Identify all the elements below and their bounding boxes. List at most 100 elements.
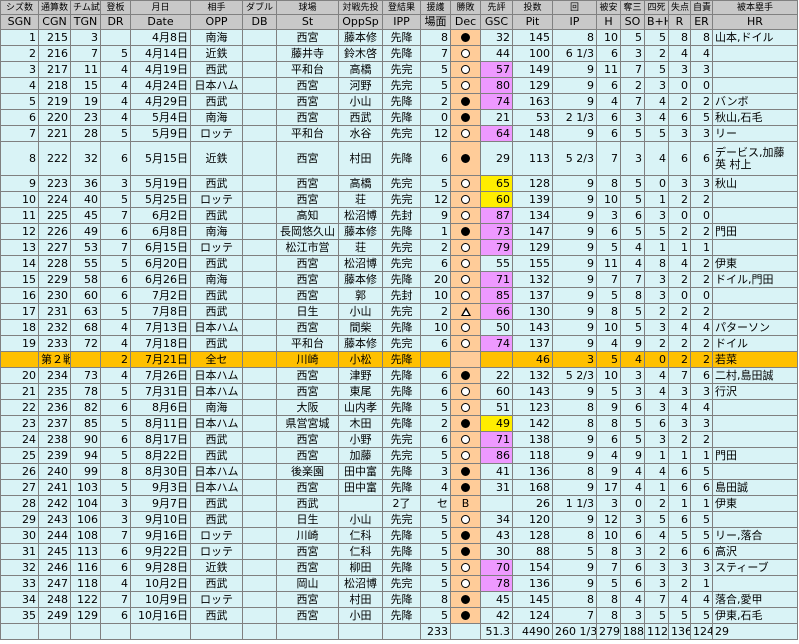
cell-sgn: 30 (0, 527, 39, 544)
open-circle-icon (461, 49, 470, 58)
cell-dec (450, 271, 481, 288)
cell-sc: 5 (420, 559, 451, 576)
cell-ipp: 先降 (382, 45, 421, 62)
cell-tgn: 7 (70, 45, 101, 62)
cell-dec (450, 479, 481, 496)
cell-date: 10月9日 (130, 591, 191, 608)
cell-so: 6 (620, 207, 645, 224)
cell-gsc: 29 (480, 141, 513, 176)
cell-sgn: 24 (0, 431, 39, 448)
cell-sgn: 4 (0, 77, 39, 94)
cell-bh: 3 (644, 77, 669, 94)
cell-er: 2 (690, 255, 713, 272)
cell-so: 4 (620, 591, 645, 608)
cell-r: 3 (668, 175, 691, 192)
cell-pit: 46 (512, 351, 553, 368)
cell-opp: 全セ (190, 351, 243, 368)
cell-r: 5 (668, 607, 691, 624)
cell-date: 8月22日 (130, 447, 191, 464)
cell-so: 3 (620, 607, 645, 624)
cell-h: 8 (596, 543, 621, 560)
cell-dr: 5 (100, 255, 131, 272)
cell-sp: 仁科 (338, 527, 383, 544)
cell-r: 2 (668, 271, 691, 288)
cell-sp (338, 495, 383, 512)
cell-hr: 伊東,石毛 (712, 607, 798, 624)
cell-cgn: 242 (38, 495, 71, 512)
cell-dr: 6 (100, 141, 131, 176)
cell-sc: 5 (420, 527, 451, 544)
header-cell: DR (100, 14, 131, 30)
cell-sgn: 7 (0, 125, 39, 142)
cell-pit: 113 (512, 141, 553, 176)
cell-pit: 100 (512, 45, 553, 62)
cell-sp: 田中富 (338, 463, 383, 480)
cell-cgn: 第２戦 (38, 351, 71, 368)
cell-bh: 4 (644, 463, 669, 480)
cell-r: 2 (668, 335, 691, 352)
cell-ip: 9 (552, 77, 597, 94)
cell-tgn: 32 (70, 141, 101, 176)
cell-pit: 120 (512, 511, 553, 528)
header-cell: B+H (644, 14, 669, 30)
cell-st: 西宮 (276, 141, 339, 176)
cell-dec (450, 319, 481, 336)
cell-bh: 4 (644, 367, 669, 384)
cell-sp: 柳田 (338, 559, 383, 576)
cell-db (242, 607, 277, 624)
cell-tgn: 90 (70, 431, 101, 448)
cell-hr (712, 303, 798, 320)
cell-so: 5 (620, 29, 645, 46)
table-row: 1 215 3 4月8日 南海 西宮 藤本修 先降 8 32 145 8 10 5 5 8 8 山本,ドイル (0, 29, 798, 46)
cell-ipp: 先完 (382, 61, 421, 78)
cell-gsc: 80 (480, 77, 513, 94)
total-pit: 4490 (512, 623, 553, 640)
cell-so: 7 (620, 271, 645, 288)
cell-ip: 8 (552, 399, 597, 416)
cell-dr: 6 (100, 543, 131, 560)
cell-er: 6 (690, 479, 713, 496)
cell-ipp: 先降 (382, 399, 421, 416)
cell-ipp: 先降 (382, 29, 421, 46)
cell-so: 2 (620, 77, 645, 94)
cell-cgn: 226 (38, 223, 71, 240)
cell-date: 8月17日 (130, 431, 191, 448)
cell-tgn: 28 (70, 125, 101, 142)
cell-db (242, 527, 277, 544)
cell-h: 6 (596, 45, 621, 62)
cell-db (242, 431, 277, 448)
header-cell: 勝敗 (450, 0, 481, 15)
table-row: 23 237 85 5 8月11日 日本ハム 県営宮城 木田 先降 2 49 142 8 8 5 6 3 3 (0, 415, 798, 432)
header-cell: 相手 (190, 0, 243, 15)
total-h: 279 (596, 623, 621, 640)
cell-date: 8月6日 (130, 399, 191, 416)
cell-gsc: 55 (480, 255, 513, 272)
header-cell: IP (552, 14, 597, 30)
cell-gsc: 66 (480, 303, 513, 320)
cell-opp: 西武 (190, 575, 243, 592)
cell-r: 4 (668, 399, 691, 416)
game-log-table: シズ数 通算数 チム試 登板 月日 相手 ダブル 球場 対戦先投 登結果 援護 勝敗 先評 投数回被安 奪三… (0, 0, 798, 640)
cell-sp: 松沼博 (338, 255, 383, 272)
cell-bh: 1 (644, 447, 669, 464)
cell-ipp: 先完 (382, 255, 421, 272)
cell-er: 5 (690, 511, 713, 528)
cell-h: 5 (596, 575, 621, 592)
cell-er: 3 (690, 559, 713, 576)
cell-ipp: 先完 (382, 431, 421, 448)
cell-er: 0 (690, 207, 713, 224)
cell-cgn: 223 (38, 175, 71, 192)
cell-pit: 128 (512, 175, 553, 192)
cell-opp: ロッテ (190, 527, 243, 544)
cell-sgn: 13 (0, 239, 39, 256)
cell-h: 6 (596, 223, 621, 240)
cell-bh: 4 (644, 383, 669, 400)
cell-dr: 4 (100, 77, 131, 94)
cell-sgn: 2 (0, 45, 39, 62)
cell-cgn: 225 (38, 207, 71, 224)
cell-dec (450, 607, 481, 624)
cell-st: 西宮 (276, 175, 339, 192)
cell-gsc: 74 (480, 93, 513, 110)
header-cell: OPP (190, 14, 243, 30)
cell-gsc (480, 495, 513, 512)
